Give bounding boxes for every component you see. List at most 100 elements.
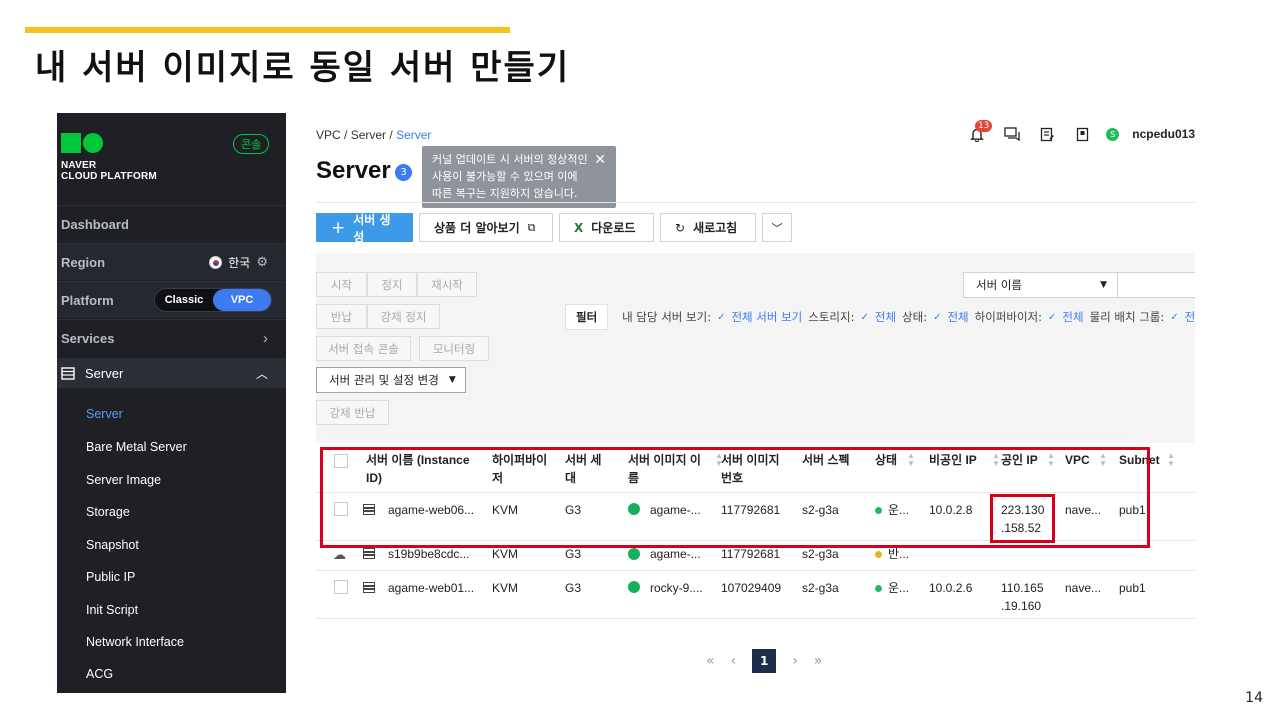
- sidebar-item-init-script[interactable]: Init Script: [86, 603, 138, 617]
- filter-hypervisor-value[interactable]: 전체: [1062, 309, 1083, 325]
- user-avatar[interactable]: S: [1106, 127, 1120, 141]
- search-input[interactable]: [1118, 272, 1195, 298]
- logo-line2: CLOUD PLATFORM: [61, 171, 157, 182]
- sort-icon[interactable]: ▲ ▼: [1167, 452, 1175, 468]
- restart-button[interactable]: 재시작: [417, 272, 477, 297]
- kernel-warning-tooltip: 커널 업데이트 시 서버의 정상적인 사용이 불가능할 수 있으며 이에 따른 …: [422, 146, 616, 208]
- nav-services-label: Services: [61, 330, 115, 346]
- document-edit-icon: [1040, 127, 1054, 141]
- cell-name[interactable]: agame-web01...: [388, 579, 474, 597]
- sidebar-item-server[interactable]: Server: [86, 407, 123, 421]
- tooltip-line3: 따른 복구는 지원하지 않습니다.: [432, 187, 578, 200]
- nav-server-label: Server: [85, 365, 124, 381]
- search-field-select[interactable]: 서버 이름 ▼: [963, 272, 1118, 298]
- sidebar-item-acg[interactable]: ACG: [86, 667, 113, 681]
- nav-dashboard-label: Dashboard: [61, 216, 129, 232]
- console-badge[interactable]: 콘솔: [233, 134, 270, 154]
- logo-line1: NAVER: [61, 160, 97, 171]
- notification-button[interactable]: 13: [966, 120, 993, 143]
- return-button[interactable]: 반납: [316, 304, 367, 329]
- cell-image-name: rocky-9....: [650, 581, 703, 595]
- breadcrumb-current: Server: [396, 128, 432, 142]
- sidebar-item-snapshot[interactable]: Snapshot: [86, 538, 139, 552]
- nav-region[interactable]: Region 한국 ⚙: [57, 243, 286, 280]
- create-server-label: 서버 생성: [353, 212, 391, 244]
- platform-toggle[interactable]: Classic VPC: [154, 288, 272, 312]
- close-icon[interactable]: ✕: [594, 152, 606, 169]
- server-management-dropdown[interactable]: 서버 관리 및 설정 변경 ▼: [316, 367, 466, 393]
- chat-button[interactable]: [1001, 125, 1023, 143]
- filter-placement-value[interactable]: 전체: [1185, 309, 1195, 325]
- learn-more-button[interactable]: 상품 더 알아보기 ⧉: [419, 213, 553, 242]
- more-dropdown-button[interactable]: ﹀: [762, 213, 792, 242]
- start-button[interactable]: 시작: [316, 272, 367, 297]
- nav-region-label: Region: [61, 254, 106, 270]
- breadcrumb-vpc[interactable]: VPC: [316, 128, 341, 142]
- breadcrumb-server[interactable]: Server: [351, 128, 386, 142]
- filter-storage-label: 스토리지:: [808, 310, 855, 324]
- platform-vpc[interactable]: VPC: [213, 289, 271, 311]
- first-page-icon[interactable]: «: [706, 653, 715, 669]
- filter-storage-value[interactable]: 전체: [875, 309, 896, 325]
- region-value: 한국: [228, 255, 251, 270]
- nav-platform-label: Platform: [61, 292, 114, 308]
- force-stop-button[interactable]: 강제 정지: [367, 304, 440, 329]
- sidebar-item-storage[interactable]: Storage: [86, 505, 130, 519]
- table-row[interactable]: agame-web01... KVM G3 rocky-9.... 107029…: [316, 571, 1195, 619]
- sidebar-item-network-interface[interactable]: Network Interface: [86, 635, 184, 649]
- breadcrumb: VPC / Server / Server: [316, 128, 432, 142]
- logo-icon: [61, 133, 105, 153]
- cell-vpc: nave...: [1065, 581, 1102, 595]
- header-toolbar: 13 S ncpedu013: [966, 120, 1195, 143]
- sidebar-item-server-image[interactable]: Server Image: [86, 473, 161, 487]
- sidebar: NAVER CLOUD PLATFORM 콘솔 Dashboard Region…: [57, 113, 286, 693]
- gear-icon[interactable]: ⚙: [256, 254, 268, 270]
- cell-private-ip: 10.0.2.6: [929, 581, 973, 595]
- pagination: « ‹ 1 › »: [706, 649, 822, 673]
- server-icon: [61, 366, 75, 380]
- filter-button[interactable]: 필터: [565, 304, 609, 330]
- row-checkbox[interactable]: [334, 580, 348, 594]
- filter-placement-label: 물리 배치 그룹:: [1089, 310, 1165, 324]
- caret-down-icon: ▼: [1100, 280, 1107, 290]
- main-content: VPC / Server / Server Server 3 커널 업데이트 시…: [286, 113, 1195, 693]
- notes-button[interactable]: [1036, 125, 1058, 143]
- filter-my-servers-label: 내 담당 서버 보기:: [622, 310, 712, 324]
- filter-bar: 필터 내 담당 서버 보기: ✓ 전체 서버 보기 스토리지: ✓ 전체 상태:…: [565, 304, 1195, 330]
- monitoring-button[interactable]: 모니터링: [419, 336, 489, 361]
- refresh-button[interactable]: ↻ 새로고침: [660, 213, 756, 242]
- username[interactable]: ncpedu013: [1132, 127, 1195, 141]
- current-page[interactable]: 1: [752, 649, 777, 673]
- platform-classic[interactable]: Classic: [155, 294, 213, 306]
- highlight-public-ip: [990, 494, 1055, 543]
- guide-button[interactable]: [1071, 125, 1093, 143]
- cell-subnet: pub1: [1119, 581, 1146, 595]
- sidebar-item-bare-metal[interactable]: Bare Metal Server: [86, 440, 187, 454]
- filter-my-servers-value[interactable]: 전체 서버 보기: [731, 309, 802, 325]
- nav-dashboard[interactable]: Dashboard: [57, 205, 286, 242]
- check-icon: ✓: [933, 311, 942, 323]
- chevron-up-icon: ︿: [255, 366, 268, 381]
- nav-services[interactable]: Services ›: [57, 319, 286, 356]
- next-page-icon[interactable]: ›: [792, 653, 798, 669]
- download-button[interactable]: X 다운로드: [559, 213, 654, 242]
- prev-page-icon[interactable]: ‹: [731, 653, 737, 669]
- last-page-icon[interactable]: »: [814, 653, 823, 669]
- refresh-label: 새로고침: [693, 221, 738, 235]
- force-return-button[interactable]: 강제 반납: [316, 400, 389, 425]
- external-link-icon: ⧉: [527, 220, 536, 234]
- create-server-button[interactable]: + 서버 생성: [316, 212, 413, 244]
- action-toolbar: + 서버 생성 상품 더 알아보기 ⧉ X 다운로드 ↻ 새로고침 ﹀: [316, 212, 792, 244]
- nav-server[interactable]: Server ︿: [57, 358, 286, 388]
- korea-flag-icon: [209, 255, 223, 269]
- server-action-panel: 시작 정지 재시작 반납 강제 정지 서버 접속 콘솔 모니터링 서버 관리 및…: [316, 253, 1195, 443]
- server-icon: [363, 548, 375, 559]
- sidebar-item-public-ip[interactable]: Public IP: [86, 570, 135, 584]
- refresh-icon: ↻: [675, 220, 686, 235]
- server-console-button[interactable]: 서버 접속 콘솔: [316, 336, 411, 361]
- filter-hypervisor-label: 하이퍼바이저:: [974, 310, 1042, 324]
- filter-status-value[interactable]: 전체: [947, 309, 968, 325]
- stop-button[interactable]: 정지: [367, 272, 417, 297]
- excel-icon: X: [574, 220, 584, 235]
- download-label: 다운로드: [591, 221, 636, 235]
